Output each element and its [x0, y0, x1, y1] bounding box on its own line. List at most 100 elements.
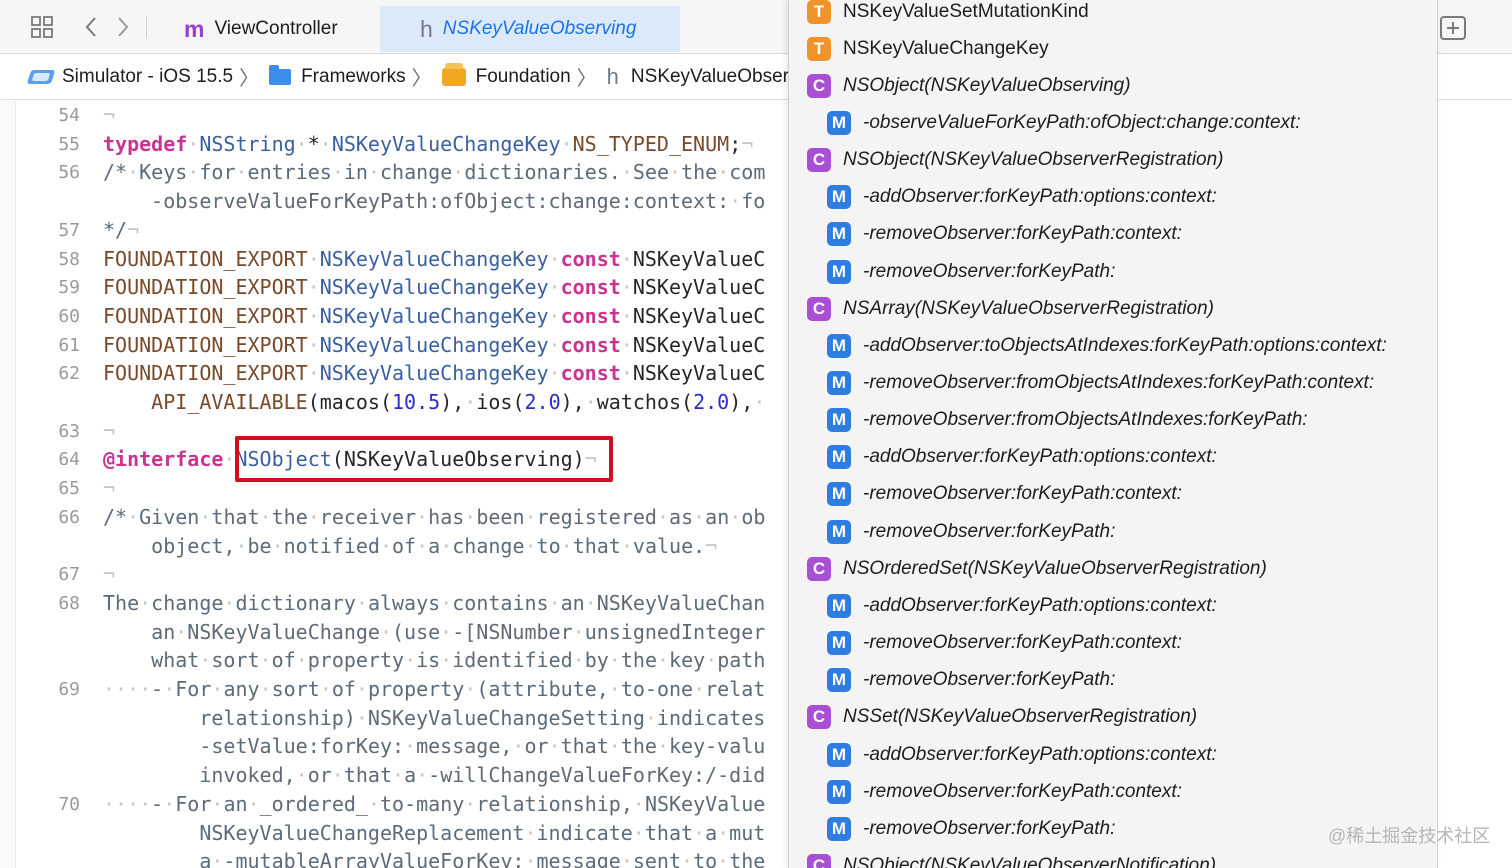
- tab-nskeyvalueobserving[interactable]: h NSKeyValueObserving: [380, 6, 680, 52]
- outline-method-item[interactable]: M -addObserver:forKeyPath:options:context…: [827, 587, 1217, 624]
- outline-item-label: -removeObserver:forKeyPath:: [863, 817, 1116, 839]
- code-line[interactable]: 70 ····-·For·an·_ordered_·to-many·relatio…: [16, 790, 788, 819]
- code-line[interactable]: an·NSKeyValueChange·(use·-[NSNumber·unsi…: [16, 618, 788, 647]
- outline-category-item[interactable]: C NSSet(NSKeyValueObserverRegistration): [807, 699, 1197, 736]
- code-text: invoked,·or·that·a·-willChangeValueForKe…: [103, 763, 766, 788]
- line-number: 67: [58, 564, 80, 586]
- code-line[interactable]: a·-mutableArrayValueForKey:·message·sent…: [16, 847, 788, 868]
- back-chevron-icon[interactable]: [76, 12, 106, 42]
- add-editor-icon[interactable]: [1440, 16, 1466, 40]
- grid-icon[interactable]: [27, 12, 57, 42]
- outline-method-item[interactable]: M -addObserver:forKeyPath:options:context…: [827, 736, 1217, 773]
- class-badge-icon: C: [807, 705, 831, 730]
- outline-type-item[interactable]: T NSKeyValueSetMutationKind: [807, 0, 1089, 30]
- outline-method-item[interactable]: M -removeObserver:forKeyPath:context:: [827, 625, 1182, 662]
- outline-category-item[interactable]: C NSObject(NSKeyValueObserverRegistration…: [807, 142, 1224, 179]
- method-badge-icon: M: [827, 779, 851, 804]
- code-line[interactable]: -setValue:forKey:·message,·or·that·the·k…: [16, 732, 788, 761]
- outline-method-item[interactable]: M -observeValueForKeyPath:ofObject:change…: [827, 104, 1301, 141]
- outline-category-item[interactable]: C NSOrderedSet(NSKeyValueObserverRegistra…: [807, 550, 1267, 587]
- outline-method-item[interactable]: M -removeObserver:forKeyPath:: [827, 513, 1115, 550]
- outline-method-item[interactable]: M -removeObserver:forKeyPath:context:: [827, 216, 1182, 253]
- outline-method-item[interactable]: M -removeObserver:fromObjectsAtIndexes:fo…: [827, 365, 1374, 402]
- forward-chevron-icon[interactable]: [108, 12, 138, 42]
- outline-type-item[interactable]: T NSKeyValueChangeKey: [807, 30, 1049, 67]
- code-text: ¬: [103, 562, 116, 587]
- outline-item-label: -removeObserver:forKeyPath:context:: [863, 223, 1182, 245]
- breadcrumb-simulator[interactable]: Simulator - iOS 15.5: [28, 66, 233, 88]
- code-line[interactable]: 60 FOUNDATION_EXPORT·NSKeyValueChangeKey·…: [16, 302, 788, 331]
- code-line[interactable]: 61 FOUNDATION_EXPORT·NSKeyValueChangeKey·…: [16, 331, 788, 360]
- code-text: ····-·For·an·_ordered_·to-many·relations…: [103, 791, 766, 816]
- outline-method-item[interactable]: M -removeObserver:forKeyPath:: [827, 810, 1115, 847]
- toolbar-divider: [146, 16, 147, 38]
- source-editor[interactable]: 54 ¬ 55 typedef·NSString·*·NSKeyValueChange…: [16, 101, 788, 868]
- tab-label: ViewController: [214, 18, 338, 39]
- folder-icon: [269, 64, 292, 85]
- code-line[interactable]: relationship)·NSKeyValueChangeSetting·in…: [16, 704, 788, 733]
- method-badge-icon: M: [827, 816, 851, 841]
- code-line[interactable]: 56 /*·Keys·for·entries·in·change·dictiona…: [16, 158, 788, 187]
- outline-category-item[interactable]: C NSObject(NSKeyValueObserverNotification…: [807, 847, 1216, 868]
- class-badge-icon: C: [807, 853, 831, 868]
- outline-category-item[interactable]: C NSObject(NSKeyValueObserving): [807, 67, 1131, 104]
- code-line[interactable]: NSKeyValueChangeReplacement·indicate·tha…: [16, 819, 788, 848]
- simulator-icon: [28, 66, 54, 88]
- document-items-popup[interactable]: T NSKeyValueSetMutationKind T NSKeyValueCha…: [788, 0, 1438, 868]
- code-line[interactable]: 54 ¬: [16, 101, 788, 130]
- line-number: 62: [58, 363, 80, 385]
- outline-category-item[interactable]: C NSArray(NSKeyValueObserverRegistration): [807, 290, 1214, 327]
- method-badge-icon: M: [827, 445, 851, 470]
- code-line[interactable]: 66 /*·Given·that·the·receiver·has·been·re…: [16, 503, 788, 532]
- outline-method-item[interactable]: M -addObserver:toObjectsAtIndexes:forKeyP…: [827, 327, 1387, 364]
- line-number: 60: [58, 305, 80, 327]
- objc-implementation-icon: m: [184, 15, 205, 42]
- code-line[interactable]: 55 typedef·NSString·*·NSKeyValueChangeKey…: [16, 130, 788, 159]
- code-line[interactable]: -observeValueForKeyPath:ofObject:change:…: [16, 187, 788, 216]
- outline-method-item[interactable]: M -addObserver:forKeyPath:options:context…: [827, 179, 1217, 216]
- method-badge-icon: M: [827, 519, 851, 544]
- line-number: 69: [58, 679, 80, 700]
- class-badge-icon: C: [807, 73, 831, 98]
- code-line[interactable]: 59 FOUNDATION_EXPORT·NSKeyValueChangeKey·…: [16, 273, 788, 302]
- tab-viewcontroller[interactable]: m ViewController: [160, 6, 378, 52]
- outline-item-label: -removeObserver:forKeyPath:: [863, 520, 1116, 542]
- code-line[interactable]: 68 The·change·dictionary·always·contains·…: [16, 589, 788, 618]
- outline-item-label: -removeObserver:forKeyPath:context:: [863, 483, 1182, 505]
- breadcrumb-label: Frameworks: [301, 65, 406, 87]
- code-line[interactable]: object,·be·notified·of·a·change·to·that·…: [16, 532, 788, 561]
- outline-item-label: -observeValueForKeyPath:ofObject:change:…: [863, 111, 1301, 133]
- code-line[interactable]: 57 */¬: [16, 216, 788, 245]
- grid-glyph: [31, 16, 53, 38]
- outline-item-label: -removeObserver:forKeyPath:context:: [863, 632, 1182, 654]
- outline-item-label: NSObject(NSKeyValueObserverNotification): [843, 854, 1217, 868]
- breadcrumb-header-file[interactable]: h NSKeyValueObservi: [607, 64, 803, 90]
- code-text: /*·Given·that·the·receiver·has·been·regi…: [103, 504, 766, 529]
- back-glyph: [85, 17, 96, 37]
- type-badge-icon: T: [807, 36, 831, 61]
- outline-method-item[interactable]: M -removeObserver:fromObjectsAtIndexes:fo…: [827, 402, 1308, 439]
- outline-method-item[interactable]: M -removeObserver:forKeyPath:: [827, 253, 1115, 290]
- chevron-right-icon: 〉: [411, 68, 432, 90]
- breadcrumb-frameworks[interactable]: Frameworks: [269, 64, 406, 88]
- outline-item-label: -addObserver:forKeyPath:options:context:: [863, 446, 1217, 468]
- code-line[interactable]: invoked,·or·that·a·-willChangeValueForKe…: [16, 761, 788, 790]
- code-line[interactable]: 62 FOUNDATION_EXPORT·NSKeyValueChangeKey·…: [16, 359, 788, 388]
- watermark: @稀土掘金技术社区: [1328, 826, 1491, 846]
- line-number: 61: [58, 334, 80, 356]
- code-line[interactable]: what·sort·of·property·is·identified·by·t…: [16, 646, 788, 675]
- code-line[interactable]: 58 FOUNDATION_EXPORT·NSKeyValueChangeKey·…: [16, 245, 788, 274]
- code-line[interactable]: 69 ····-·For·any·sort·of·property·(attrib…: [16, 675, 788, 704]
- code-text: an·NSKeyValueChange·(use·-[NSNumber·unsi…: [103, 619, 766, 644]
- outline-item-label: -addObserver:forKeyPath:options:context:: [863, 594, 1217, 616]
- line-number: 68: [58, 592, 80, 614]
- code-text: -observeValueForKeyPath:ofObject:change:…: [103, 189, 766, 214]
- breadcrumb-foundation[interactable]: Foundation: [441, 62, 571, 88]
- code-line[interactable]: 67 ¬: [16, 560, 788, 589]
- outline-method-item[interactable]: M -addObserver:forKeyPath:options:context…: [827, 439, 1217, 476]
- outline-method-item[interactable]: M -removeObserver:forKeyPath:: [827, 662, 1115, 699]
- outline-method-item[interactable]: M -removeObserver:forKeyPath:context:: [827, 476, 1182, 513]
- outline-method-item[interactable]: M -removeObserver:forKeyPath:context:: [827, 773, 1182, 810]
- line-number: 64: [58, 449, 80, 471]
- code-line[interactable]: API_AVAILABLE(macos(10.5),·ios(2.0),·wat…: [16, 388, 788, 417]
